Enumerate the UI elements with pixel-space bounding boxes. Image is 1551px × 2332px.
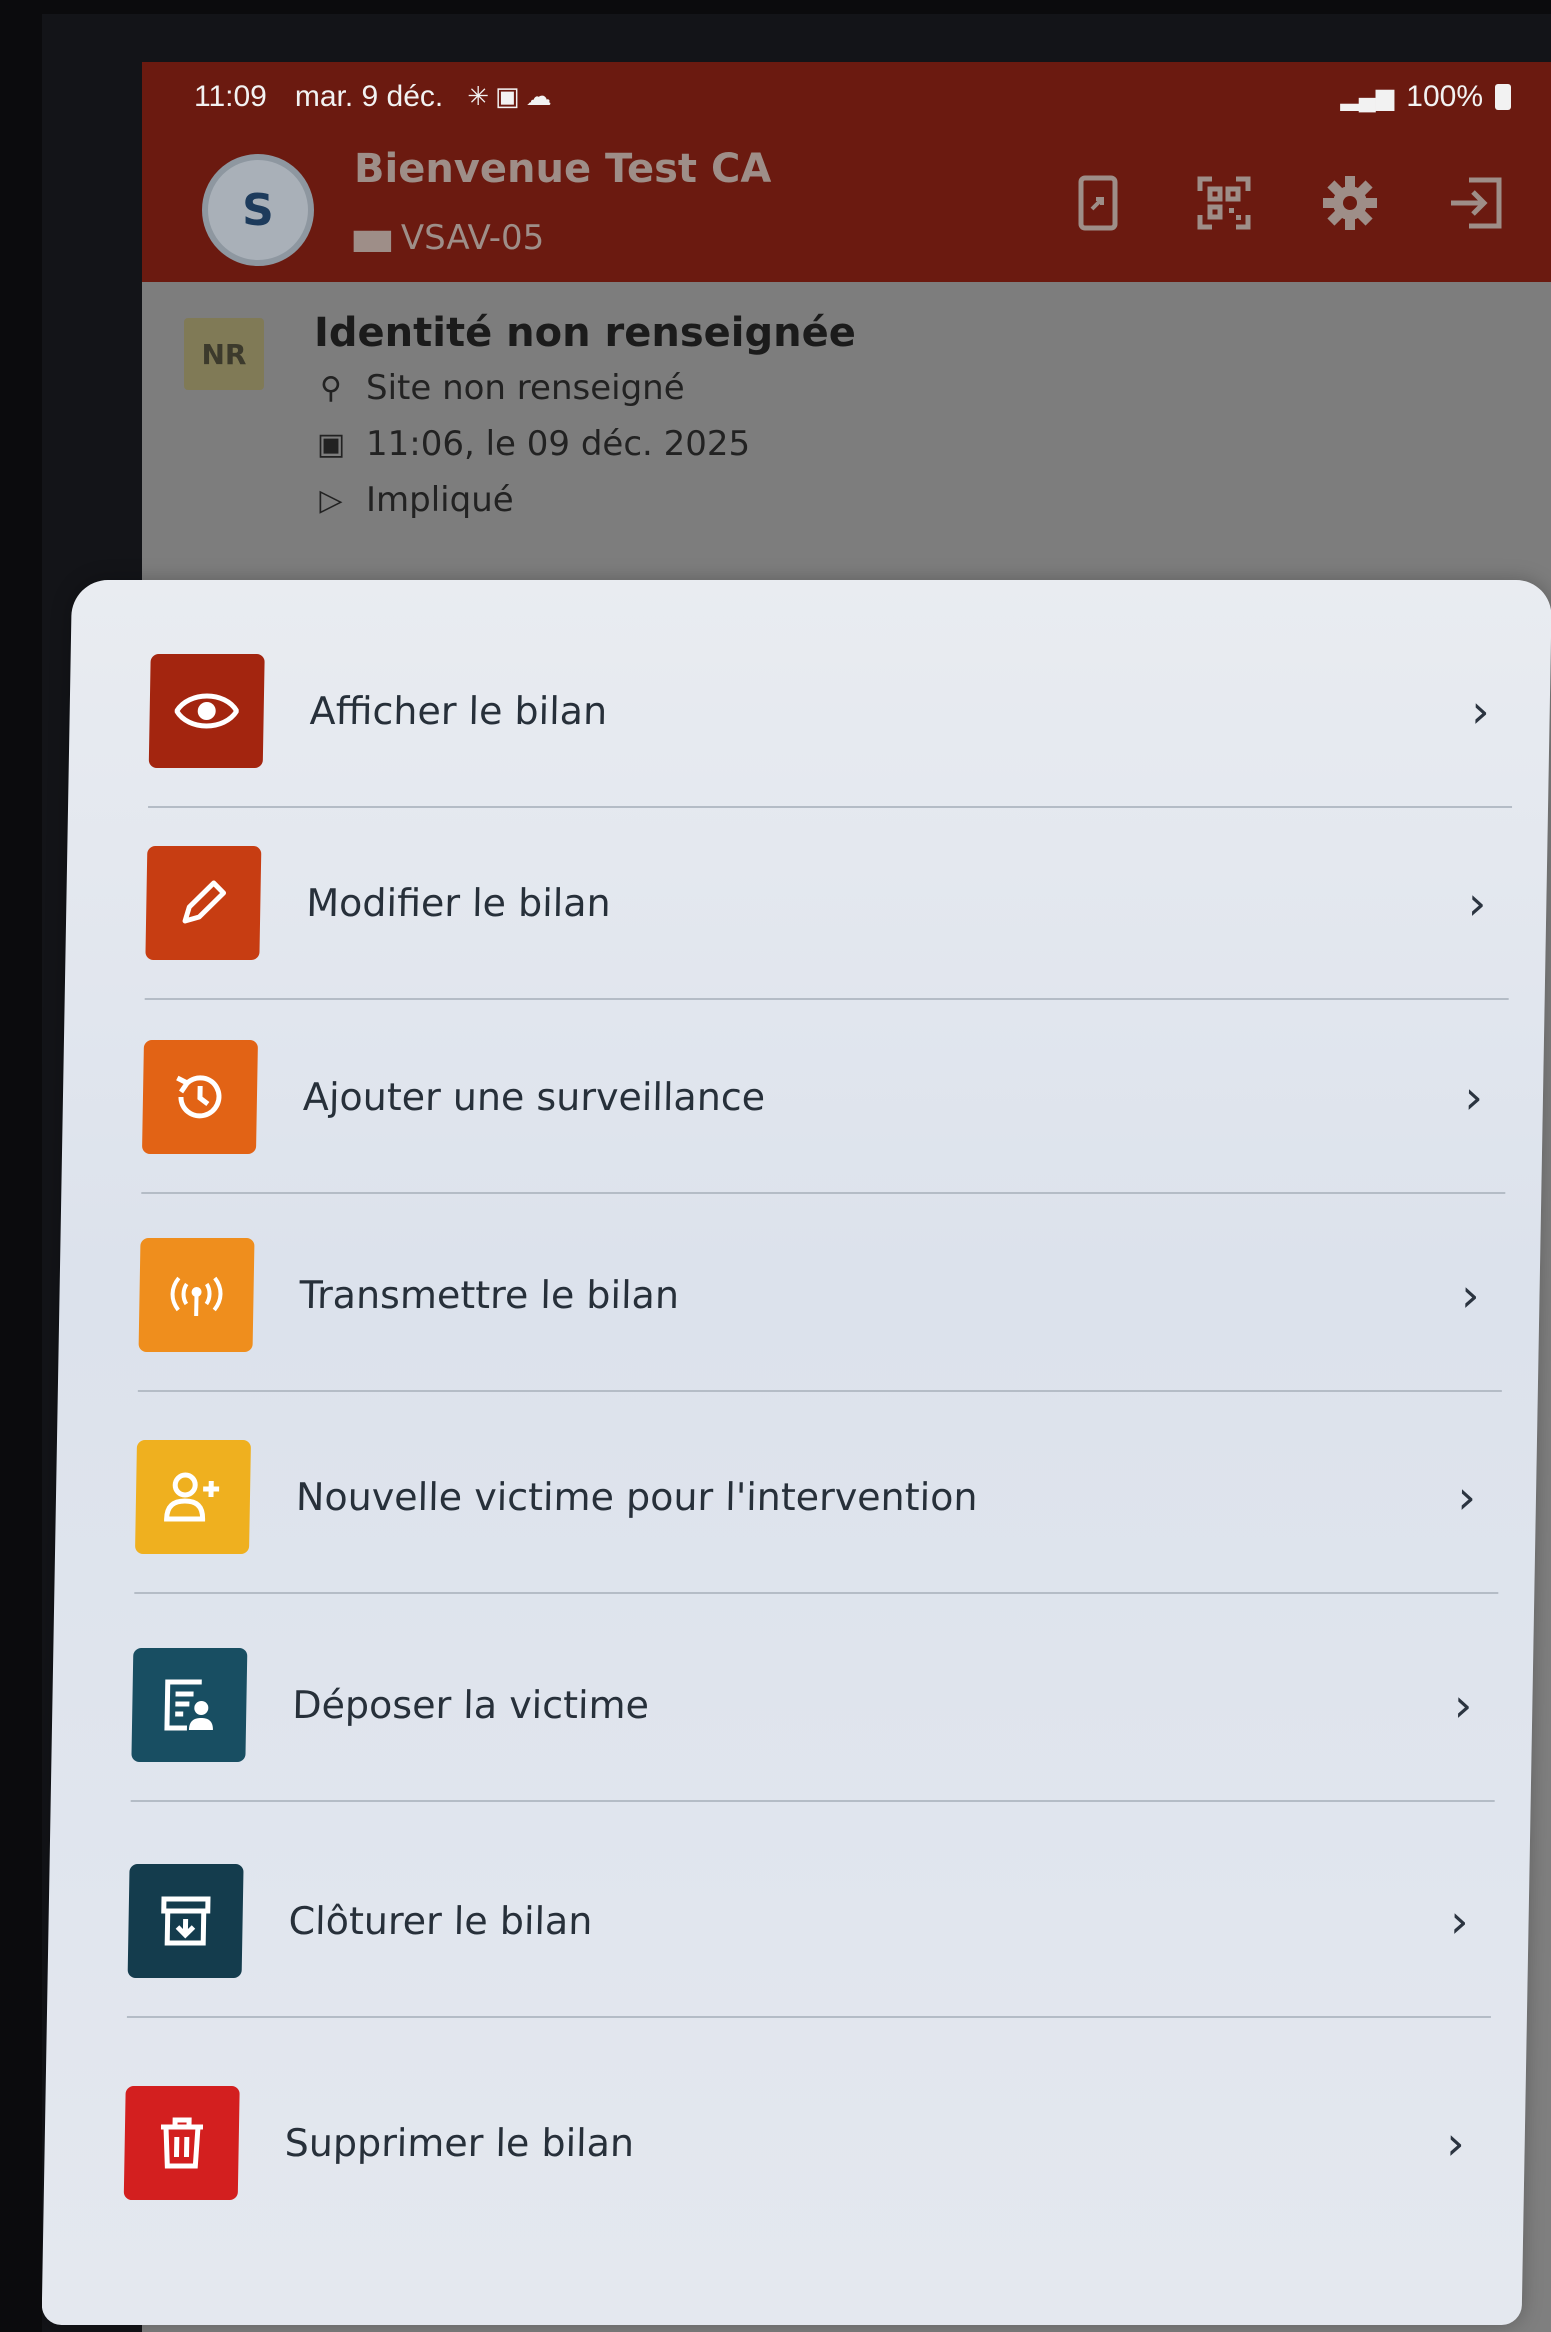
archive-icon [127,1864,244,1978]
notification-icons: ✳▣☁ [467,82,558,112]
menu-label: Clôturer le bilan [288,1899,593,1943]
chevron-right-icon: › [1467,876,1487,930]
chevron-right-icon: › [1449,1894,1470,1948]
qr-code-icon[interactable] [1189,168,1259,238]
eye-icon [148,654,265,768]
tag-icon: ▷ [319,482,343,518]
menu-item-transmettre-bilan[interactable]: Transmettre le bilan › [137,1200,1506,1392]
location-pin-icon: ⚲ [320,370,342,406]
device-frame: 11:09 mar. 9 déc. ✳▣☁ ▂▄▆ 100% S Bienven… [42,14,1551,2332]
chevron-right-icon: › [1460,1268,1480,1322]
chevron-right-icon: › [1457,1470,1477,1524]
avatar[interactable]: S [202,154,314,266]
calendar-icon: ▣ [316,426,346,462]
status-text: Impliqué [366,480,514,520]
status-line: ▷ Impliqué [314,480,514,520]
victim-title: Identité non renseignée [314,310,856,356]
status-date: mar. 9 déc. [294,80,444,113]
menu-label: Supprimer le bilan [284,2121,635,2165]
menu-label: Déposer la victime [291,1683,650,1727]
site-line: ⚲ Site non renseigné [314,368,685,408]
settings-gear-icon[interactable] [1315,168,1385,238]
menu-label: Ajouter une surveillance [302,1075,766,1119]
menu-label: Afficher le bilan [309,689,608,733]
menu-item-modifier-bilan[interactable]: Modifier le bilan › [144,808,1513,1000]
vehicle-label: ▆▆ VSAV-05 [354,218,544,258]
identity-badge: NR [184,318,264,390]
menu-item-cloturer-bilan[interactable]: Clôturer le bilan › [126,1826,1495,2018]
datetime-line: ▣ 11:06, le 09 déc. 2025 [314,424,750,464]
header-actions [1063,168,1511,238]
chevron-right-icon: › [1453,1678,1473,1732]
truck-icon: ▆▆ [354,224,391,252]
menu-item-ajouter-surveillance[interactable]: Ajouter une surveillance › [141,1002,1509,1194]
antenna-icon [138,1238,255,1352]
trash-icon [123,2086,240,2200]
menu-item-deposer-victime[interactable]: Déposer la victime › [130,1610,1499,1802]
battery-icon [1495,84,1511,110]
battery-text: 100% [1406,80,1483,113]
status-right: ▂▄▆ 100% [1340,80,1511,114]
logout-icon[interactable] [1441,168,1511,238]
menu-item-nouvelle-victime[interactable]: Nouvelle victime pour l'intervention › [134,1402,1502,1594]
menu-item-supprimer-bilan[interactable]: Supprimer le bilan › [123,2048,1490,2238]
chevron-right-icon: › [1445,2116,1466,2170]
chevron-right-icon: › [1470,684,1491,738]
chevron-right-icon: › [1464,1070,1484,1124]
signal-icon: ▂▄▆ [1340,83,1395,111]
menu-label: Transmettre le bilan [299,1273,680,1317]
site-text: Site non renseigné [366,368,685,408]
pencil-icon [145,846,262,960]
datetime-text: 11:06, le 09 déc. 2025 [366,424,751,464]
status-time: 11:09 [194,80,267,113]
app-header: S Bienvenue Test CA ▆▆ VSAV-05 [142,132,1551,282]
menu-label: Nouvelle victime pour l'intervention [295,1475,978,1519]
welcome-title: Bienvenue Test CA [354,146,772,192]
vehicle-name: VSAV-05 [400,218,545,258]
status-bar: 11:09 mar. 9 déc. ✳▣☁ ▂▄▆ 100% [142,62,1551,132]
menu-label: Modifier le bilan [305,881,612,925]
device-share-icon[interactable] [1063,168,1133,238]
history-icon [141,1040,258,1154]
patient-form-icon [131,1648,248,1762]
action-bottom-sheet: Afficher le bilan › Modifier le bilan › … [42,580,1551,2325]
add-person-icon [134,1440,251,1554]
menu-item-afficher-bilan[interactable]: Afficher le bilan › [148,616,1516,808]
